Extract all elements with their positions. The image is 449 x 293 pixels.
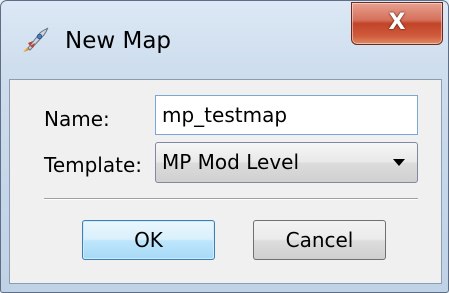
template-select[interactable]: MP Mod Level	[155, 142, 418, 183]
title-bar[interactable]: New Map X	[1, 1, 448, 79]
template-selected-value: MP Mod Level	[162, 150, 300, 174]
dropdown-arrow-icon	[393, 159, 405, 166]
name-input[interactable]: mp_testmap	[155, 95, 418, 135]
name-label: Name:	[44, 107, 110, 131]
dialog-body: Name: mp_testmap Template: MP Mod Level …	[9, 79, 442, 284]
window-title: New Map	[65, 28, 172, 54]
close-button[interactable]: X	[351, 2, 443, 45]
cancel-button[interactable]: Cancel	[253, 220, 386, 260]
template-label: Template:	[44, 153, 142, 177]
separator	[44, 198, 418, 200]
new-map-dialog: New Map X Name: mp_testmap Template: MP …	[0, 0, 449, 293]
close-icon: X	[388, 10, 406, 35]
ok-button[interactable]: OK	[82, 220, 215, 260]
rocket-icon	[19, 25, 51, 57]
